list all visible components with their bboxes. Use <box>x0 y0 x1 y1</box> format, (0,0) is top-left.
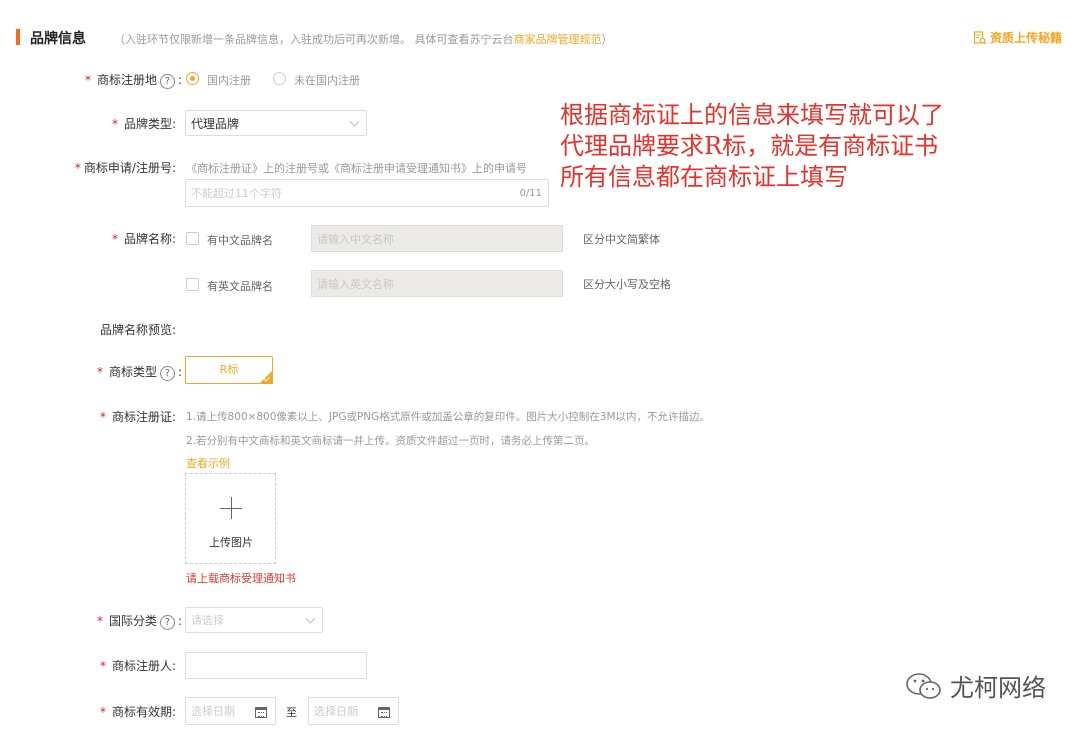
intl-class-select[interactable]: 请选择 <box>185 607 323 633</box>
en-name-checkbox-label: 有英文品牌名 <box>207 280 273 293</box>
radio-foreign[interactable] <box>273 72 286 85</box>
mark-type-label-text: 商标类型 <box>108 365 157 379</box>
end-date-picker[interactable]: 选择日期 <box>308 697 399 725</box>
chevron-down-icon <box>349 116 360 127</box>
section-note: （入驻环节仅限新增一条品牌信息，入驻成功后可再次新增。 具体可查看苏宁云台商家品… <box>114 31 613 47</box>
cn-name-checkbox-label: 有中文品牌名 <box>207 234 273 247</box>
reg-place-label: * 商标注册地?: <box>84 73 182 89</box>
annotation-line-1: 根据商标证上的信息来填写就可以了 <box>560 101 944 129</box>
brand-rules-link[interactable]: 商家品牌管理规范 <box>514 33 602 46</box>
required-mark: * <box>74 161 81 175</box>
reg-place-label-text: 商标注册地 <box>96 73 157 87</box>
cn-name-checkbox[interactable] <box>186 232 199 245</box>
section-note-end: ） <box>601 33 613 46</box>
en-name-placeholder: 请输入英文名称 <box>317 277 394 291</box>
radio-domestic[interactable] <box>186 72 199 85</box>
qualification-tips-link[interactable]: 资质上传秘籍 <box>973 29 1062 46</box>
validity-label-text: 商标有效期: <box>111 705 176 719</box>
reg-number-input[interactable]: 不能超过11个字符 0/11 <box>185 179 549 207</box>
registrant-input[interactable] <box>185 652 367 679</box>
start-date-picker[interactable]: 选择日期 <box>185 697 276 725</box>
start-date-placeholder: 选择日期 <box>191 705 235 718</box>
help-icon[interactable]: ? <box>159 74 175 89</box>
radio-domestic-label: 国内注册 <box>207 74 251 87</box>
annotation-text: 根据商标证上的信息来填写就可以了 代理品牌要求R标，就是有商标证书 所有信息都在… <box>560 100 944 193</box>
tips-label: 资质上传秘籍 <box>989 31 1062 45</box>
intl-class-placeholder: 请选择 <box>191 614 224 627</box>
reg-number-label: * 商标申请/注册号: <box>60 159 176 176</box>
calendar-icon <box>378 707 390 718</box>
wechat-icon <box>906 672 941 699</box>
required-mark: * <box>99 659 106 673</box>
upload-image-button[interactable]: 上传图片 <box>185 473 276 564</box>
cn-name-placeholder: 请输入中文名称 <box>317 232 394 246</box>
registrant-label-text: 商标注册人: <box>111 659 176 673</box>
certificate-rule-1: 1.请上传800×800像素以上、JPG或PNG格式原件或加盖公章的复印件。图片… <box>186 411 711 423</box>
calendar-icon <box>255 707 267 718</box>
upload-error: 请上载商标受理通知书 <box>186 572 296 585</box>
help-icon[interactable]: ? <box>159 615 175 630</box>
end-date-placeholder: 选择日期 <box>314 705 358 718</box>
reg-number-hint: 《商标注册证》上的注册号或《商标注册申请受理通知书》上的申请号 <box>186 162 527 175</box>
brand-type-value: 代理品牌 <box>191 116 240 131</box>
name-preview-label: 品牌名称预览: <box>99 323 176 337</box>
reg-number-placeholder: 不能超过11个字符 <box>191 187 282 200</box>
required-mark: * <box>96 365 103 379</box>
r-mark-option[interactable]: R标 <box>185 356 273 384</box>
annotation-line-3: 所有信息都在商标证上填写 <box>560 163 848 191</box>
section-accent-bar <box>16 29 20 45</box>
required-mark: * <box>99 410 106 424</box>
required-mark: * <box>111 232 118 246</box>
cn-name-input[interactable]: 请输入中文名称 <box>311 225 563 252</box>
section-note-text: （入驻环节仅限新增一条品牌信息，入驻成功后可再次新增。 具体可查看苏宁云台 <box>114 33 514 46</box>
certificate-rule-2: 2.若分别有中文商标和英文商标请一并上传。资质文件超过一页时，请务必上传第二页。 <box>186 435 596 447</box>
cn-name-hint: 区分中文简繁体 <box>583 233 660 246</box>
intl-class-label-text: 国际分类 <box>108 614 157 628</box>
annotation-line-2: 代理品牌要求R标，就是有商标证书 <box>560 132 939 160</box>
certificate-label-text: 商标注册证: <box>111 410 176 424</box>
brand-type-label: * 品牌类型: <box>90 115 176 132</box>
certificate-label: * 商标注册证: <box>86 408 176 425</box>
mark-type-label: * 商标类型?: <box>96 365 182 381</box>
brand-name-label-text: 品牌名称: <box>123 232 176 246</box>
en-name-hint: 区分大小写及空格 <box>583 278 671 291</box>
required-mark: * <box>99 705 106 719</box>
document-search-icon <box>973 30 987 44</box>
en-name-checkbox[interactable] <box>186 278 199 291</box>
date-range-separator: 至 <box>286 706 297 719</box>
brand-type-label-text: 品牌类型: <box>123 117 176 131</box>
reg-number-label-text: 商标申请/注册号: <box>83 161 176 175</box>
brand-type-select[interactable]: 代理品牌 <box>185 110 367 136</box>
intl-class-label: * 国际分类?: <box>96 614 182 630</box>
char-counter: 0/11 <box>519 188 542 199</box>
required-mark: * <box>96 614 103 628</box>
upload-label: 上传图片 <box>209 536 253 549</box>
en-name-input[interactable]: 请输入英文名称 <box>311 270 563 297</box>
view-example-link[interactable]: 查看示例 <box>186 455 230 471</box>
section-title: 品牌信息 <box>30 31 86 47</box>
radio-foreign-label: 未在国内注册 <box>294 74 360 87</box>
r-mark-label: R标 <box>219 363 239 376</box>
watermark: 尤柯网络 <box>904 668 1046 703</box>
chevron-down-icon <box>305 613 316 624</box>
required-mark: * <box>84 73 91 87</box>
brand-name-label: * 品牌名称: <box>90 230 176 247</box>
watermark-text: 尤柯网络 <box>950 674 1046 702</box>
help-icon[interactable]: ? <box>159 366 175 381</box>
plus-icon-vertical <box>230 497 232 519</box>
required-mark: * <box>111 117 118 131</box>
validity-label: * 商标有效期: <box>86 703 176 720</box>
registrant-label: * 商标注册人: <box>86 657 176 674</box>
